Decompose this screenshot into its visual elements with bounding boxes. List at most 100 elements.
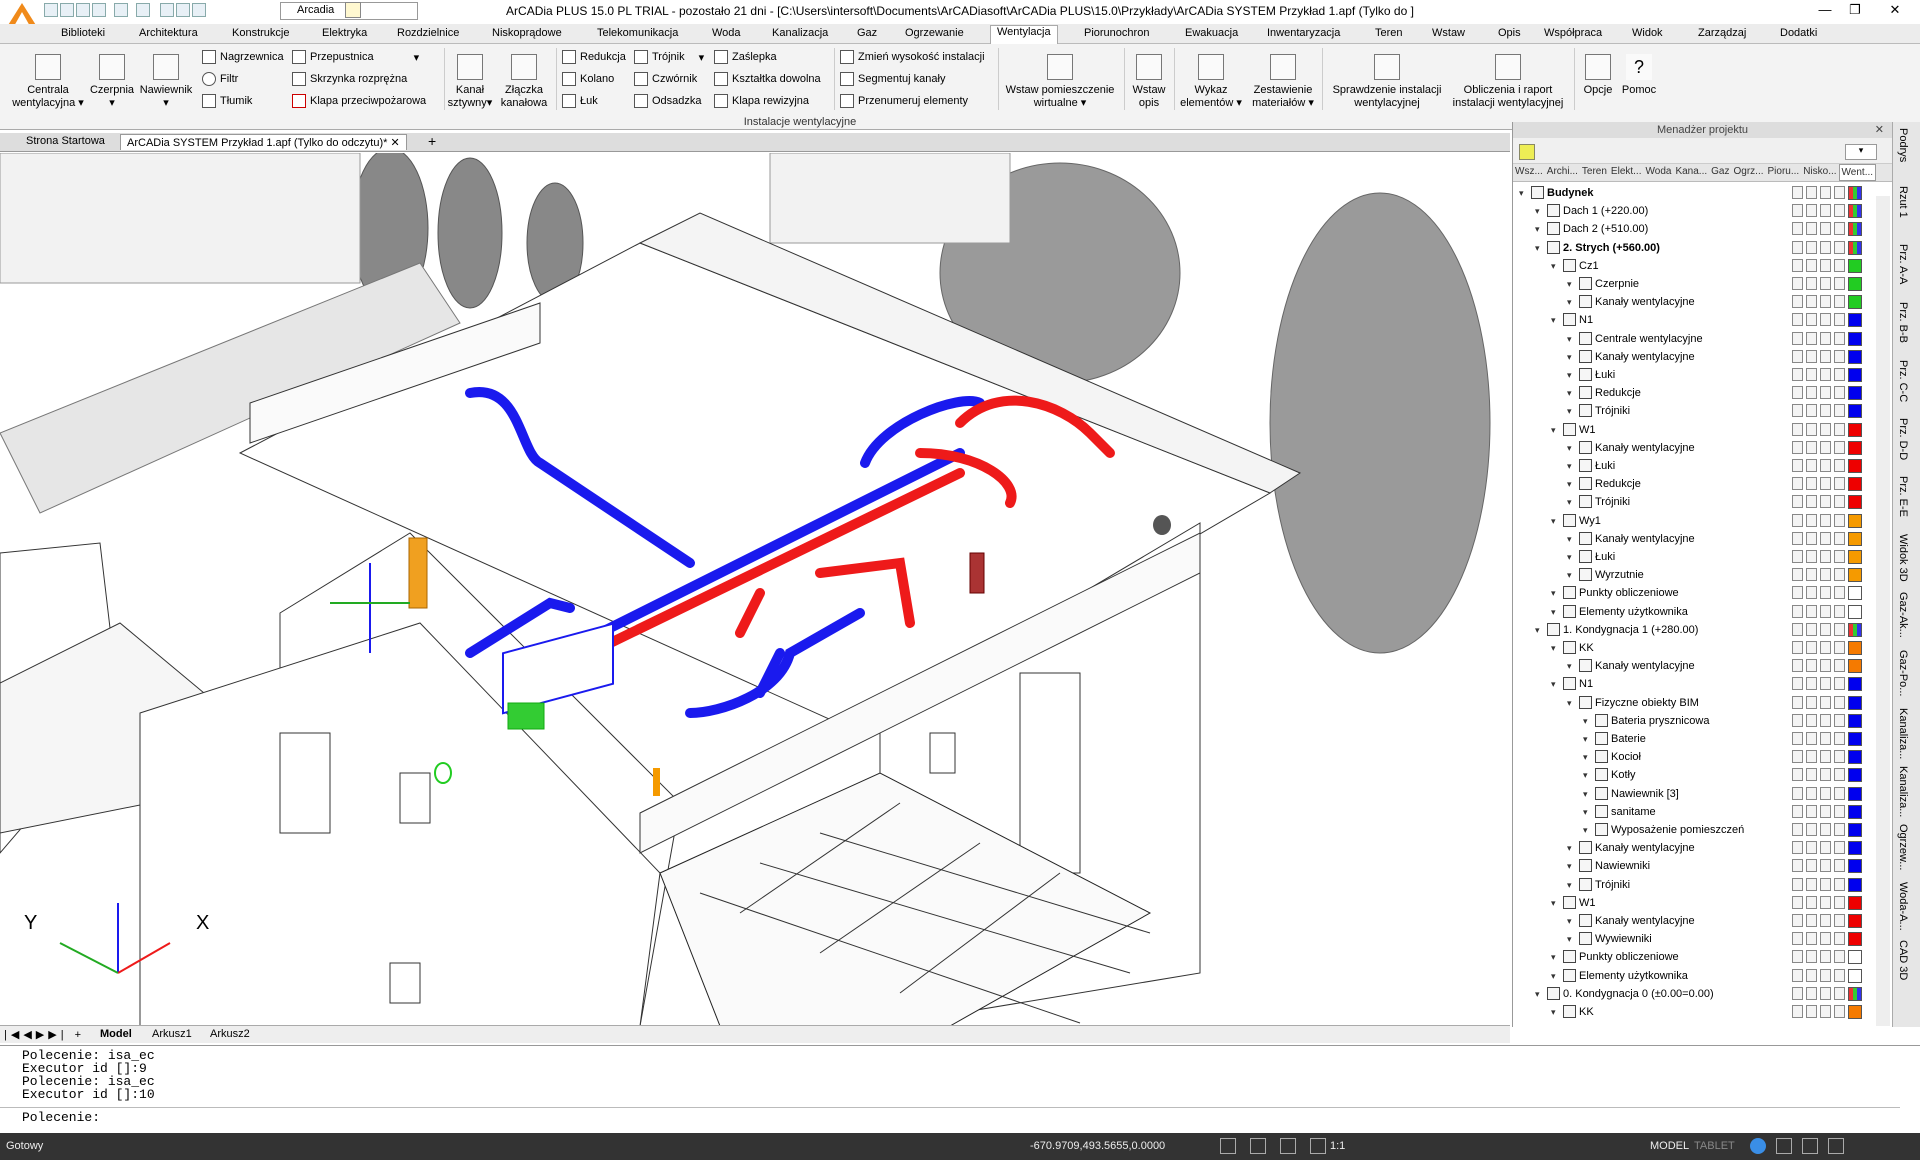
layer-color-swatch[interactable]: [1848, 440, 1862, 455]
freeze-icon[interactable]: [1834, 713, 1845, 727]
expand-chevron-icon[interactable]: ▾: [1567, 330, 1572, 348]
print-icon[interactable]: [1820, 186, 1831, 199]
lock-icon[interactable]: [1806, 768, 1817, 782]
freeze-icon[interactable]: [1834, 986, 1845, 1000]
ptab-architektura[interactable]: Archi...: [1545, 164, 1580, 181]
expand-chevron-icon[interactable]: ▾: [1583, 803, 1588, 821]
tab-biblioteki[interactable]: Biblioteki: [61, 27, 105, 39]
expand-chevron-icon[interactable]: ▾: [1567, 530, 1572, 548]
visibility-bulb-icon[interactable]: [1792, 841, 1803, 855]
ptab-ogrzewanie[interactable]: Ogrz...: [1732, 164, 1766, 181]
tree-row[interactable]: ▾ 0. Kondygnacja 0 (±0.00=0.00): [1513, 985, 1863, 1003]
ptab-wentylacja[interactable]: Went...: [1838, 164, 1877, 181]
view-tab[interactable]: Rzut 1: [1897, 186, 1909, 218]
lock-icon[interactable]: [1806, 222, 1817, 236]
command-input[interactable]: Polecenie:: [0, 1107, 1900, 1125]
lock-icon[interactable]: [1806, 495, 1817, 509]
tree-row[interactable]: ▾ N1: [1513, 675, 1863, 693]
lock-icon[interactable]: [1806, 713, 1817, 727]
freeze-icon[interactable]: [1834, 968, 1845, 982]
view-tab[interactable]: Prz. B-B: [1897, 302, 1909, 343]
close-window-button[interactable]: ✕: [1880, 2, 1910, 20]
segmentuj-kanaly-button[interactable]: Segmentuj kanały: [840, 72, 945, 86]
sheet-nav-icon[interactable]: |◀◀▶▶| +: [4, 1028, 85, 1041]
lock-icon[interactable]: [1806, 622, 1817, 636]
expand-chevron-icon[interactable]: ▾: [1567, 493, 1572, 511]
lock-icon[interactable]: [1806, 204, 1817, 218]
view-tab[interactable]: Kanaliza...: [1897, 708, 1909, 759]
layer-color-swatch[interactable]: [1848, 422, 1862, 437]
expand-chevron-icon[interactable]: ▾: [1551, 894, 1556, 912]
view-tab[interactable]: Prz. A-A: [1897, 244, 1909, 284]
zlaczka-kanalowa-button[interactable]: Złączka kanałowa: [496, 54, 552, 110]
tab-start-page[interactable]: Strona Startowa: [26, 135, 105, 147]
print-icon[interactable]: [1820, 659, 1831, 673]
trojnik-button[interactable]: Trójnik ▾: [634, 50, 704, 64]
nagrzewnica-button[interactable]: Nagrzewnica: [202, 50, 284, 64]
expand-chevron-icon[interactable]: ▾: [1583, 730, 1588, 748]
view-tab[interactable]: Kanaliza...: [1897, 766, 1909, 817]
tree-row[interactable]: ▾ Kanały wentylacyjne: [1513, 839, 1863, 857]
tab-telekomunikacja[interactable]: Telekomunikacja: [597, 27, 678, 39]
wstaw-opis-button[interactable]: Wstaw opis: [1126, 54, 1172, 110]
visibility-bulb-icon[interactable]: [1792, 713, 1803, 727]
zmien-wysokosc-button[interactable]: Zmień wysokość instalacji: [840, 50, 985, 64]
tab-gaz[interactable]: Gaz: [857, 27, 877, 39]
tree-row[interactable]: ▾ Trójniki: [1513, 876, 1863, 894]
print-icon[interactable]: [1820, 222, 1831, 236]
tree-row[interactable]: ▾ Łuki: [1513, 548, 1863, 566]
lock-icon[interactable]: [1806, 914, 1817, 927]
lock-icon[interactable]: [1806, 258, 1817, 272]
layer-color-swatch[interactable]: [1848, 586, 1862, 601]
ptab-piorunochron[interactable]: Pioru...: [1766, 164, 1802, 181]
visibility-bulb-icon[interactable]: [1792, 622, 1803, 636]
lock-icon[interactable]: [1806, 677, 1817, 691]
print-icon[interactable]: [1820, 895, 1831, 909]
freeze-icon[interactable]: [1834, 513, 1845, 527]
tree-row[interactable]: ▾ Trójniki: [1513, 402, 1863, 420]
print-icon[interactable]: [1820, 859, 1831, 873]
layer-color-swatch[interactable]: [1848, 859, 1862, 874]
freeze-icon[interactable]: [1834, 295, 1845, 309]
visibility-bulb-icon[interactable]: [1792, 695, 1803, 709]
print-icon[interactable]: [1820, 950, 1831, 964]
przepustnica-button[interactable]: Przepustnica ▾: [292, 50, 419, 64]
print-icon[interactable]: [1820, 750, 1831, 764]
print-icon[interactable]: [1820, 368, 1831, 381]
tree-row[interactable]: ▾ Centrale wentylacyjne: [1513, 330, 1863, 348]
lock-icon[interactable]: [1806, 950, 1817, 964]
layer-color-swatch[interactable]: [1848, 932, 1862, 947]
tree-row[interactable]: ▾ W1: [1513, 421, 1863, 439]
view-tab[interactable]: Prz. D-D: [1897, 418, 1909, 460]
expand-chevron-icon[interactable]: ▾: [1567, 694, 1572, 712]
lock-icon[interactable]: [1806, 968, 1817, 982]
tree-row[interactable]: ▾ Elementy użytkownika: [1513, 967, 1863, 985]
layer-color-swatch[interactable]: [1848, 950, 1862, 965]
skrzynka-button[interactable]: Skrzynka rozprężna: [292, 72, 407, 86]
freeze-icon[interactable]: [1834, 950, 1845, 964]
layer-color-swatch[interactable]: [1848, 568, 1862, 583]
tab-kanalizacja[interactable]: Kanalizacja: [772, 27, 828, 39]
tree-row[interactable]: ▾ Bateria prysznicowa: [1513, 712, 1863, 730]
view-tab[interactable]: Prz. C-C: [1897, 360, 1909, 402]
tab-ogrzewanie[interactable]: Ogrzewanie: [905, 27, 964, 39]
freeze-icon[interactable]: [1834, 404, 1845, 418]
tree-row[interactable]: ▾ Redukcje: [1513, 384, 1863, 402]
building-icon[interactable]: [1519, 144, 1535, 160]
lock-icon[interactable]: [1806, 295, 1817, 309]
ptab-teren[interactable]: Teren: [1580, 164, 1609, 181]
layer-color-swatch[interactable]: [1848, 877, 1862, 892]
print-icon[interactable]: [1820, 331, 1831, 345]
layer-color-swatch[interactable]: [1848, 477, 1862, 492]
ptab-wszystko[interactable]: Wsz...: [1513, 164, 1545, 181]
print-icon[interactable]: [1820, 677, 1831, 691]
layer-color-swatch[interactable]: [1848, 713, 1862, 728]
lock-icon[interactable]: [1806, 586, 1817, 600]
tree-row[interactable]: ▾ Łuki: [1513, 457, 1863, 475]
nawiewnik-button[interactable]: Nawiewnik ▾: [136, 54, 196, 110]
layer-color-swatch[interactable]: [1848, 349, 1862, 364]
czerpnia-button[interactable]: Czerpnia ▾: [86, 54, 138, 110]
expand-chevron-icon[interactable]: ▾: [1551, 311, 1556, 329]
kolano-button[interactable]: Kolano: [562, 72, 614, 86]
zaslepka-button[interactable]: Zaślepka: [714, 50, 777, 64]
